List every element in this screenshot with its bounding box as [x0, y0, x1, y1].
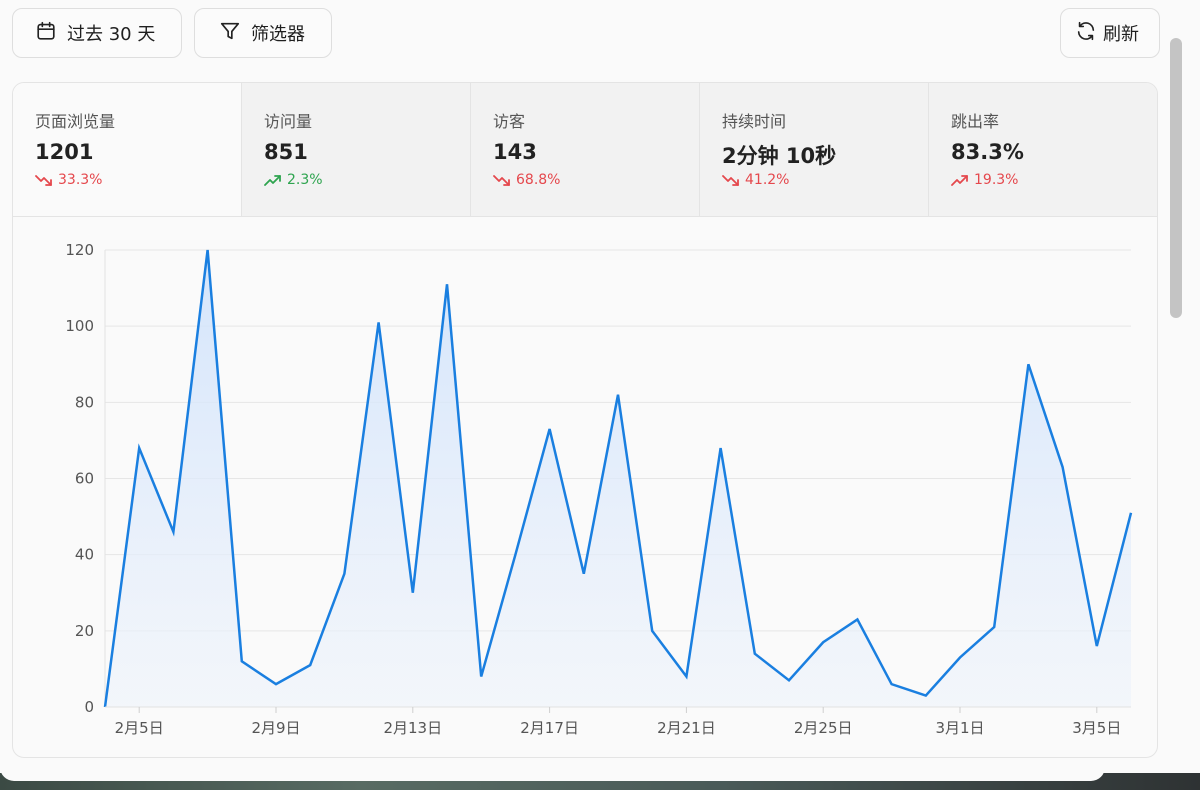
- stat-delta-value: 41.2%: [745, 172, 790, 188]
- refresh-icon: [1075, 20, 1097, 47]
- data-point[interactable]: [1061, 465, 1065, 469]
- data-point[interactable]: [1095, 644, 1099, 648]
- y-tick-label: 0: [84, 698, 94, 716]
- chart-canvas: 0 20 40 60 80 100 120 2月5日 2月9日 2月13日 2月17日 2月21日 2月…: [65, 241, 1133, 737]
- stat-value: 851: [264, 140, 308, 164]
- stat-delta-value: 68.8%: [516, 172, 561, 188]
- data-point[interactable]: [684, 675, 688, 679]
- data-point[interactable]: [1026, 362, 1030, 366]
- window-bottom-edge: [0, 765, 1105, 781]
- x-tick-label: 2月25日: [794, 719, 853, 737]
- pageviews-chart: 0 20 40 60 80 100 120 2月5日 2月9日 2月13日 2月17日 2月21日 2月…: [13, 217, 1157, 757]
- analytics-card: 页面浏览量 1201 33.3% 访问量 851 2.3% 访客 143 68.8% 持续时间 2分…: [12, 82, 1158, 758]
- data-point[interactable]: [1129, 511, 1133, 515]
- data-point[interactable]: [342, 572, 346, 576]
- stat-value: 143: [493, 140, 537, 164]
- data-point[interactable]: [206, 248, 210, 252]
- y-tick-label: 60: [75, 470, 94, 488]
- stat-delta: 33.3%: [35, 172, 241, 188]
- stat-value: 1201: [35, 140, 94, 164]
- data-point[interactable]: [308, 663, 312, 667]
- data-point[interactable]: [719, 446, 723, 450]
- data-point[interactable]: [958, 655, 962, 659]
- data-point[interactable]: [855, 617, 859, 621]
- stat-label: 访客: [493, 112, 526, 131]
- stat-delta: 68.8%: [493, 172, 699, 188]
- data-point[interactable]: [890, 682, 894, 686]
- stat-delta: 41.2%: [722, 172, 928, 188]
- date-range-button[interactable]: 过去 30 天: [12, 8, 182, 58]
- data-point[interactable]: [171, 530, 175, 534]
- x-tick-label: 3月1日: [935, 719, 984, 737]
- stat-delta-value: 33.3%: [58, 172, 103, 188]
- refresh-button[interactable]: 刷新: [1060, 8, 1160, 58]
- x-tick-label: 2月13日: [383, 719, 442, 737]
- stat-tile[interactable]: 页面浏览量 1201 33.3%: [13, 83, 241, 216]
- stat-delta: 19.3%: [951, 172, 1157, 188]
- trend-up-icon: [951, 173, 969, 187]
- y-tick-label: 40: [75, 546, 94, 564]
- stat-delta: 2.3%: [264, 172, 470, 188]
- calendar-icon: [35, 20, 57, 47]
- x-tick-label: 2月17日: [520, 719, 579, 737]
- x-tick-label: 3月5日: [1072, 719, 1121, 737]
- data-point[interactable]: [377, 320, 381, 324]
- refresh-label: 刷新: [1103, 24, 1139, 45]
- data-point[interactable]: [445, 282, 449, 286]
- data-point[interactable]: [274, 682, 278, 686]
- data-point[interactable]: [240, 659, 244, 663]
- data-point[interactable]: [616, 393, 620, 397]
- stat-label: 跳出率: [951, 112, 1000, 131]
- x-tick-label: 2月5日: [115, 719, 164, 737]
- toolbar: 过去 30 天 筛选器 刷新: [12, 8, 1160, 60]
- stat-label: 持续时间: [722, 112, 787, 131]
- trend-down-icon: [493, 173, 511, 187]
- scrollbar-thumb[interactable]: [1170, 38, 1182, 318]
- y-tick-label: 80: [75, 393, 94, 411]
- stat-delta-value: 19.3%: [974, 172, 1019, 188]
- date-range-label: 过去 30 天: [67, 24, 156, 45]
- data-point[interactable]: [924, 694, 928, 698]
- trend-down-icon: [35, 173, 53, 187]
- filter-label: 筛选器: [251, 24, 305, 45]
- y-tick-label: 120: [65, 241, 94, 259]
- data-point[interactable]: [992, 625, 996, 629]
- data-point[interactable]: [548, 427, 552, 431]
- trend-down-icon: [722, 173, 740, 187]
- y-tick-label: 20: [75, 622, 94, 640]
- stat-tile[interactable]: 持续时间 2分钟 10秒 41.2%: [699, 83, 928, 216]
- y-tick-label: 100: [65, 317, 94, 335]
- stat-label: 页面浏览量: [35, 112, 116, 131]
- x-tick-label: 2月21日: [657, 719, 716, 737]
- filter-icon: [219, 20, 241, 47]
- data-point[interactable]: [479, 675, 483, 679]
- trend-up-icon: [264, 173, 282, 187]
- stat-tile[interactable]: 跳出率 83.3% 19.3%: [928, 83, 1157, 216]
- stat-label: 访问量: [264, 112, 313, 131]
- data-point[interactable]: [650, 629, 654, 633]
- data-point[interactable]: [137, 446, 141, 450]
- filter-button[interactable]: 筛选器: [194, 8, 332, 58]
- stat-delta-value: 2.3%: [287, 172, 323, 188]
- data-point[interactable]: [787, 678, 791, 682]
- stat-tile[interactable]: 访问量 851 2.3%: [241, 83, 470, 216]
- stat-tile[interactable]: 访客 143 68.8%: [470, 83, 699, 216]
- x-tick-label: 2月9日: [251, 719, 300, 737]
- data-point[interactable]: [582, 572, 586, 576]
- data-point[interactable]: [513, 553, 517, 557]
- data-point[interactable]: [411, 591, 415, 595]
- data-point[interactable]: [753, 652, 757, 656]
- stat-value: 2分钟 10秒: [722, 144, 837, 168]
- stats-row: 页面浏览量 1201 33.3% 访问量 851 2.3% 访客 143 68.8% 持续时间 2分…: [13, 83, 1157, 217]
- data-point[interactable]: [821, 640, 825, 644]
- stat-value: 83.3%: [951, 140, 1024, 164]
